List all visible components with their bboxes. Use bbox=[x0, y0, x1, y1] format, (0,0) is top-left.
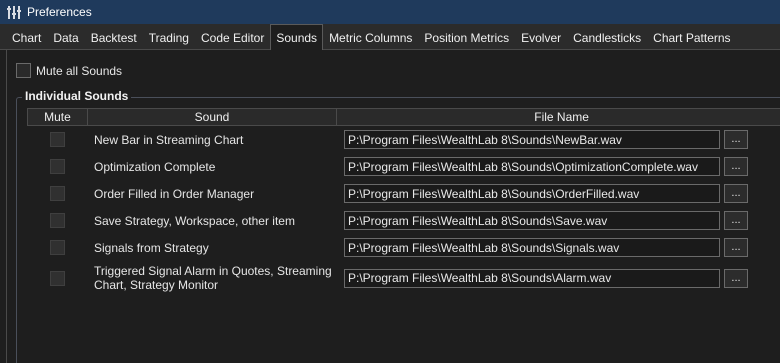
tab-trading[interactable]: Trading bbox=[143, 25, 195, 49]
file-path-input[interactable] bbox=[344, 184, 720, 203]
browse-button[interactable]: ... bbox=[724, 238, 748, 257]
tab-data[interactable]: Data bbox=[47, 25, 84, 49]
table-row: New Bar in Streaming Chart ... bbox=[27, 126, 780, 153]
sound-name: Triggered Signal Alarm in Quotes, Stream… bbox=[94, 264, 332, 292]
sound-name: New Bar in Streaming Chart bbox=[94, 132, 244, 147]
tab-position-metrics[interactable]: Position Metrics bbox=[418, 25, 515, 49]
sound-name: Order Filled in Order Manager bbox=[94, 186, 255, 201]
tab-strip: Chart Data Backtest Trading Code Editor … bbox=[0, 24, 780, 50]
browse-button[interactable]: ... bbox=[724, 157, 748, 176]
browse-button[interactable]: ... bbox=[724, 211, 748, 230]
mute-checkbox[interactable] bbox=[49, 270, 65, 286]
browse-button[interactable]: ... bbox=[724, 268, 748, 288]
sounds-grid: Mute Sound File Name New Bar in Streamin… bbox=[27, 108, 780, 295]
individual-sounds-group: Individual Sounds Mute Sound File Name N… bbox=[16, 89, 780, 363]
file-path-input[interactable] bbox=[344, 130, 720, 149]
column-header-file-name[interactable]: File Name bbox=[337, 109, 780, 125]
mute-checkbox[interactable] bbox=[49, 213, 65, 228]
sliders-icon bbox=[6, 4, 22, 20]
file-path-input[interactable] bbox=[344, 238, 720, 257]
tab-metric-columns[interactable]: Metric Columns bbox=[323, 25, 418, 49]
mute-checkbox[interactable] bbox=[49, 132, 65, 147]
mute-all-checkbox[interactable] bbox=[16, 63, 31, 78]
mute-checkbox[interactable] bbox=[49, 159, 65, 174]
title-bar: Preferences bbox=[0, 0, 780, 24]
tab-code-editor[interactable]: Code Editor bbox=[195, 25, 270, 49]
sound-name: Save Strategy, Workspace, other item bbox=[94, 213, 295, 228]
table-row: Save Strategy, Workspace, other item ... bbox=[27, 207, 780, 234]
tab-evolver[interactable]: Evolver bbox=[515, 25, 567, 49]
group-title: Individual Sounds bbox=[22, 89, 132, 103]
table-row: Signals from Strategy ... bbox=[27, 234, 780, 261]
mute-all-label: Mute all Sounds bbox=[36, 63, 123, 78]
sound-name: Signals from Strategy bbox=[94, 240, 209, 255]
grid-header: Mute Sound File Name bbox=[27, 108, 780, 126]
browse-button[interactable]: ... bbox=[724, 130, 748, 149]
window-title: Preferences bbox=[27, 5, 92, 19]
table-row: Order Filled in Order Manager ... bbox=[27, 180, 780, 207]
file-path-input[interactable] bbox=[344, 211, 720, 230]
column-header-mute[interactable]: Mute bbox=[28, 109, 88, 125]
browse-button[interactable]: ... bbox=[724, 184, 748, 203]
tab-chart-patterns[interactable]: Chart Patterns bbox=[647, 25, 736, 49]
table-row: Optimization Complete ... bbox=[27, 153, 780, 180]
tab-sounds[interactable]: Sounds bbox=[270, 24, 324, 50]
file-path-input[interactable] bbox=[344, 268, 720, 288]
file-path-input[interactable] bbox=[344, 157, 720, 176]
tab-backtest[interactable]: Backtest bbox=[85, 25, 143, 49]
tab-candlesticks[interactable]: Candlesticks bbox=[567, 25, 647, 49]
sound-name: Optimization Complete bbox=[94, 159, 216, 174]
table-row: Triggered Signal Alarm in Quotes, Stream… bbox=[27, 261, 780, 295]
mute-checkbox[interactable] bbox=[49, 240, 65, 255]
mute-checkbox[interactable] bbox=[49, 186, 65, 201]
sounds-panel: Mute all Sounds Individual Sounds Mute S… bbox=[6, 50, 780, 363]
column-header-sound[interactable]: Sound bbox=[88, 109, 338, 125]
mute-all-toggle[interactable]: Mute all Sounds bbox=[16, 63, 122, 78]
tab-chart[interactable]: Chart bbox=[6, 25, 47, 49]
